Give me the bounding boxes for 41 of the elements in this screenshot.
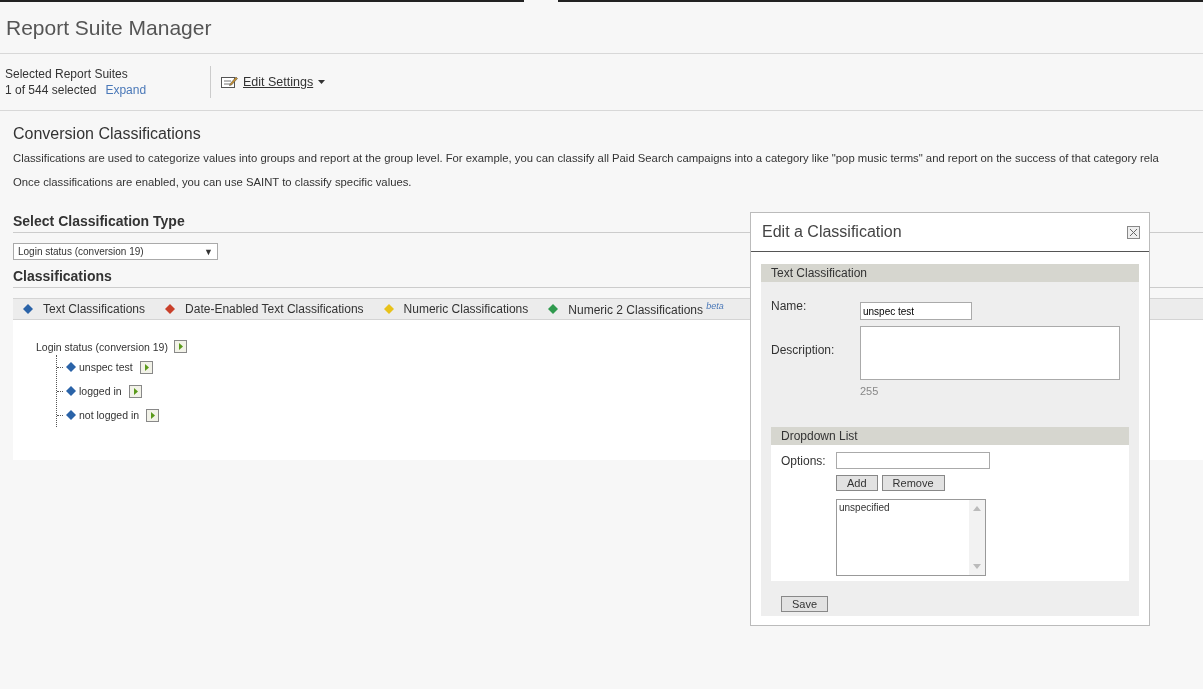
- play-icon[interactable]: [128, 384, 142, 398]
- tree-item-label[interactable]: logged in: [79, 385, 122, 397]
- name-label: Name:: [771, 299, 808, 313]
- expand-link[interactable]: Expand: [105, 83, 147, 97]
- save-button[interactable]: Save: [781, 596, 829, 612]
- section-header: Dropdown List: [771, 427, 1129, 445]
- options-list[interactable]: unspecified: [836, 499, 986, 576]
- diamond-icon: [66, 410, 76, 420]
- name-field[interactable]: unspec test: [860, 302, 972, 320]
- tree-root-label: Login status (conversion 19): [36, 340, 168, 353]
- description-text: Once classifications are enabled, you can use SAINT to classify specific values.: [13, 176, 412, 188]
- remove-button[interactable]: Remove: [881, 475, 945, 491]
- selected-count: 1 of 544 selected: [5, 83, 97, 97]
- description-label: Description:: [771, 343, 836, 357]
- description-field[interactable]: [860, 326, 1120, 380]
- diamond-icon: [66, 362, 76, 372]
- legend-label: Text Classifications: [43, 302, 146, 316]
- options-label: Options:: [781, 453, 827, 470]
- section-header: Text Classification: [761, 264, 1139, 282]
- edit-icon: [221, 75, 238, 89]
- options-field[interactable]: [836, 452, 990, 469]
- close-icon[interactable]: [1127, 225, 1140, 239]
- diamond-icon: [66, 386, 76, 396]
- selected-suites-label: Selected Report Suites: [5, 67, 129, 81]
- list-option[interactable]: unspecified: [839, 502, 967, 513]
- legend-label: Numeric Classifications: [403, 302, 529, 316]
- character-count: 255: [860, 385, 880, 397]
- caret-icon: [318, 79, 327, 85]
- tree-item-label[interactable]: not logged in: [79, 409, 140, 421]
- add-button[interactable]: Add: [836, 475, 878, 491]
- description-text: Classifications are used to categorize values into groups and report at the group level. For example, you can classify all Paid Search campaigns into a category like "pop music terms" and report on the success of that category rela: [13, 152, 1159, 164]
- page-title: Report Suite Manager: [6, 15, 212, 40]
- play-icon[interactable]: [139, 360, 153, 374]
- legend-label: Date-Enabled Text Classifications: [185, 302, 364, 316]
- tree-item-label[interactable]: unspec test: [79, 361, 133, 373]
- section-title: Conversion Classifications: [13, 125, 202, 143]
- edit-settings-menu[interactable]: Edit Settings: [243, 75, 327, 89]
- legend-label: Numeric 2 Classifications $^{beta}$: [568, 301, 724, 317]
- play-icon[interactable]: [173, 340, 187, 353]
- play-icon[interactable]: [146, 408, 160, 422]
- classification-type-select[interactable]: Login status (conversion 19) ▼: [13, 243, 218, 260]
